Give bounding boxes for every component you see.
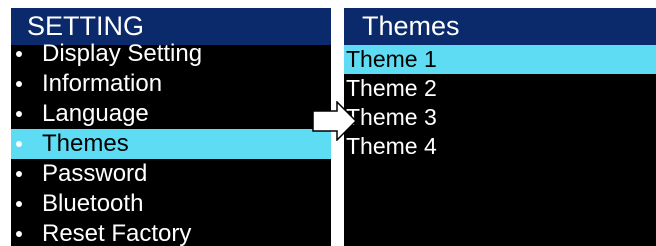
theme-item-2[interactable]: Theme 2 (344, 74, 656, 103)
bullet-icon (16, 201, 22, 207)
menu-item-label: Reset Factory (42, 220, 192, 246)
themes-screen: Themes Theme 1 Theme 2 Theme 3 Theme 4 (344, 8, 656, 246)
theme-item-4[interactable]: Theme 4 (344, 132, 656, 161)
themes-title: Themes (344, 8, 656, 45)
menu-item-label: Information (42, 70, 163, 97)
menu-item-label: Themes (42, 130, 129, 157)
theme-item-3[interactable]: Theme 3 (344, 103, 656, 132)
menu-item-label: Password (42, 160, 148, 187)
bullet-icon (16, 171, 22, 177)
setting-screen: SETTING Display Setting Information Lang… (11, 8, 331, 246)
menu-item-information[interactable]: Information (11, 69, 331, 99)
right-arrow-icon (312, 101, 358, 141)
menu-item-label: Language (42, 100, 149, 127)
setting-menu: Display Setting Information Language The… (11, 39, 331, 246)
bullet-icon (16, 141, 22, 147)
menu-item-label: Bluetooth (42, 190, 144, 217)
themes-menu: Theme 1 Theme 2 Theme 3 Theme 4 (344, 45, 656, 161)
theme-item-1[interactable]: Theme 1 (344, 45, 656, 74)
menu-item-password[interactable]: Password (11, 159, 331, 189)
menu-item-language[interactable]: Language (11, 99, 331, 129)
bullet-icon (16, 51, 22, 57)
menu-item-themes[interactable]: Themes (11, 129, 331, 159)
bullet-icon (16, 111, 22, 117)
menu-item-bluetooth[interactable]: Bluetooth (11, 189, 331, 219)
bullet-icon (16, 231, 22, 237)
menu-item-reset-factory[interactable]: Reset Factory (11, 219, 331, 246)
bullet-icon (16, 81, 22, 87)
menu-item-label: Display Setting (42, 40, 203, 67)
menu-item-display-setting[interactable]: Display Setting (11, 39, 331, 69)
